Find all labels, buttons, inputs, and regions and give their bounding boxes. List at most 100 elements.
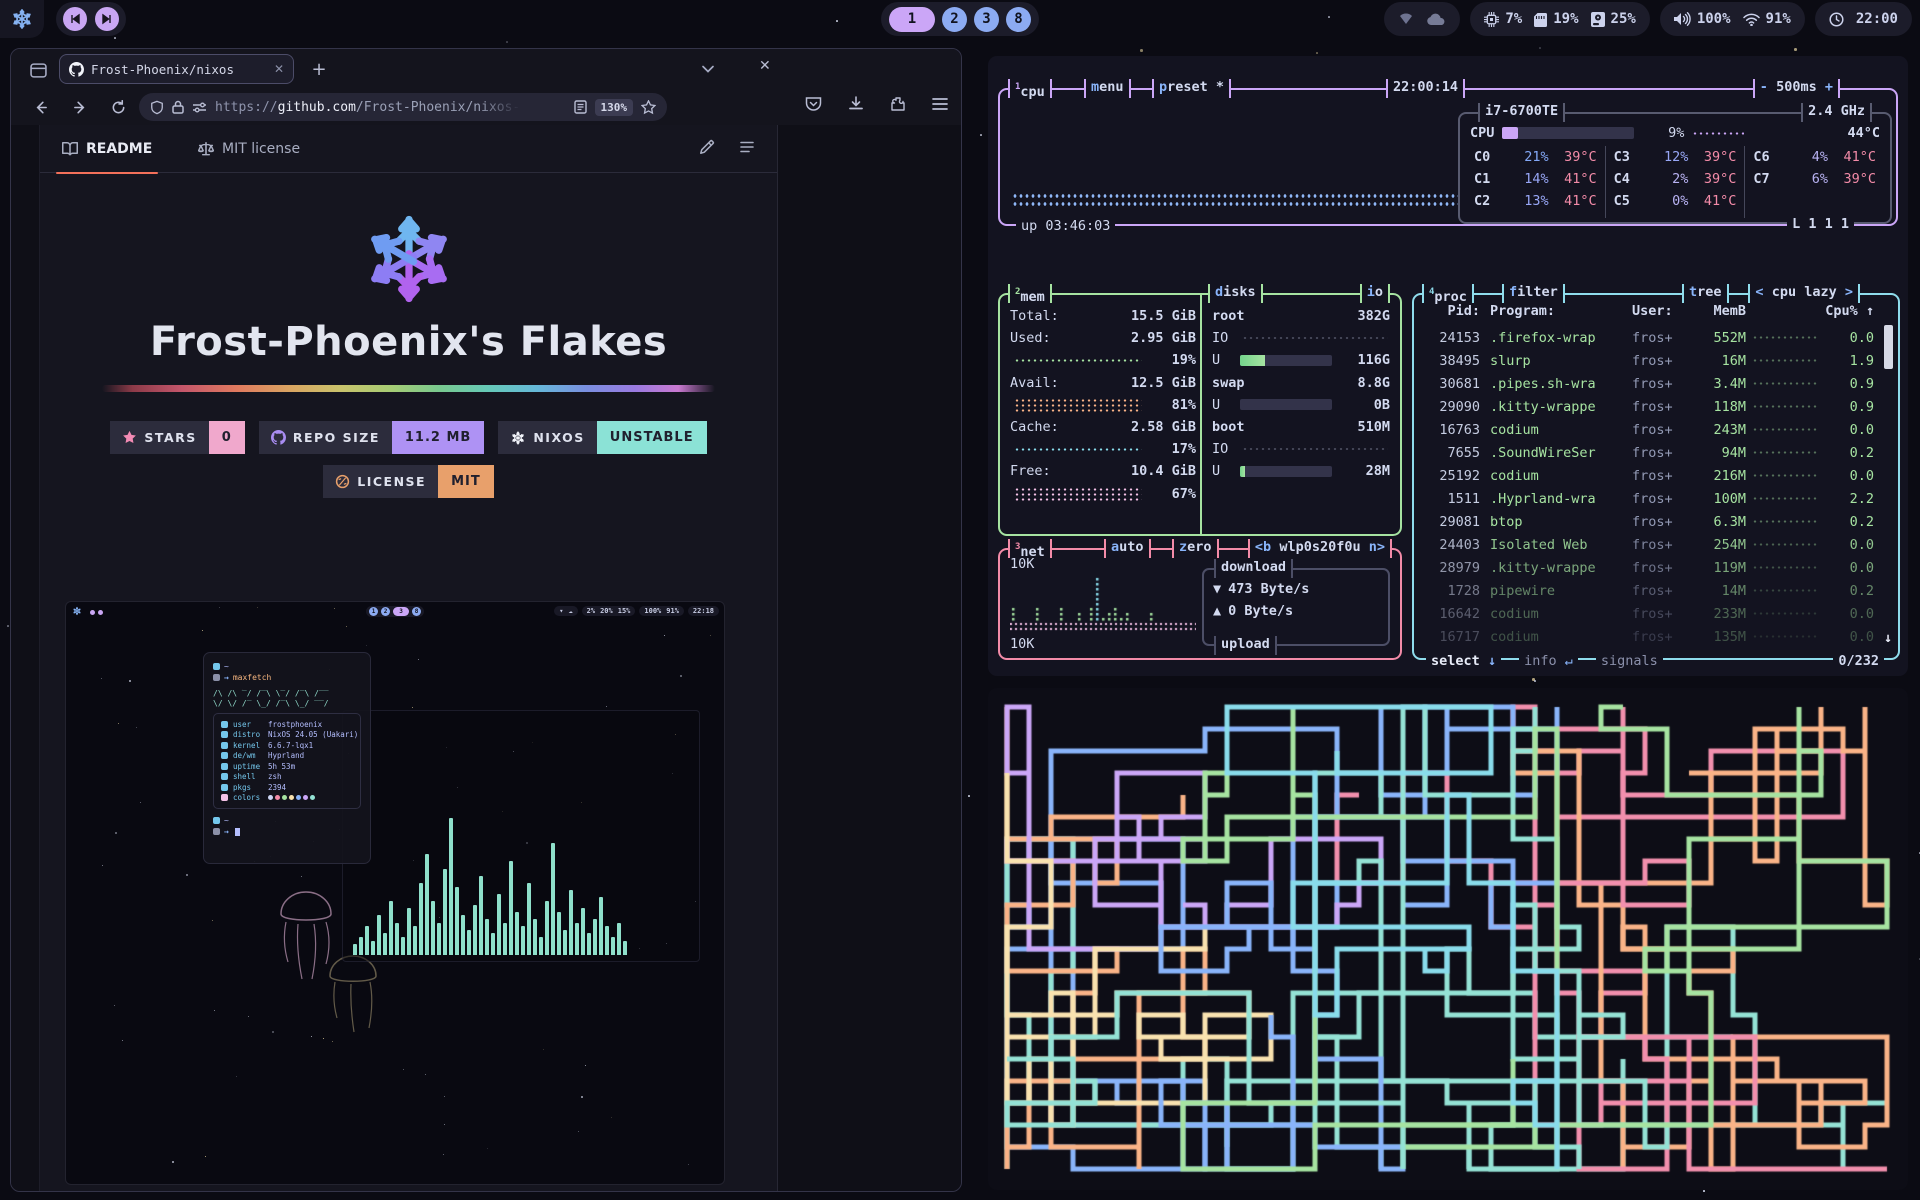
sidebar-toggle-button[interactable] <box>25 57 51 83</box>
workspace-3[interactable]: 3 <box>974 7 999 32</box>
net-interface[interactable]: <b wlp0s20f0u n> <box>1248 539 1392 558</box>
disks-title[interactable]: disks <box>1208 284 1263 303</box>
license-badge[interactable]: LICENSE MIT <box>323 465 494 498</box>
download-icon <box>848 96 864 112</box>
signals-action[interactable]: signals <box>1596 653 1663 669</box>
tab-close-button[interactable]: ✕ <box>274 62 284 76</box>
stars-badge[interactable]: STARS 0 <box>110 421 244 454</box>
cpu-total-pct: 9% <box>1642 125 1684 141</box>
repo-size-badge[interactable]: REPO SIZE 11.2 MB <box>259 421 485 454</box>
media-prev-button[interactable] <box>63 7 87 31</box>
media-next-button[interactable] <box>95 7 119 31</box>
star <box>7 625 9 627</box>
workspace-2[interactable]: 2 <box>942 7 967 32</box>
forward-button[interactable] <box>69 96 91 118</box>
process-row[interactable]: 16642codiumfros+233M0.0 <box>1424 602 1874 625</box>
badge-row: STARS 0 REPO SIZE 11.2 MB NIXOS UNSTABLE <box>40 421 777 454</box>
cpu-value: 7% <box>1505 11 1522 27</box>
cpu-box-title[interactable]: 1cpu <box>1008 79 1052 98</box>
mem-graph-row: 81% <box>1010 394 1196 416</box>
proc-table-header[interactable]: Pid: Program: User: MemB Cpu% ↑ <box>1424 303 1874 319</box>
extensions-button[interactable] <box>890 96 906 116</box>
preset-button[interactable]: preset * <box>1152 79 1231 98</box>
mem-box-title[interactable]: 2mem <box>1008 284 1052 303</box>
tab-readme[interactable]: README <box>62 125 152 173</box>
filter-button[interactable]: filter <box>1502 284 1565 303</box>
process-row[interactable]: 30681.pipes.sh-wrafros+3.4M0.9 <box>1424 372 1874 395</box>
hardware-stats[interactable]: 7% 19% 25% <box>1470 2 1649 36</box>
tree-button[interactable]: tree <box>1682 284 1729 303</box>
bookmark-star-icon[interactable] <box>641 100 656 115</box>
star <box>444 1096 445 1097</box>
reader-mode-icon[interactable] <box>574 100 587 114</box>
update-interval[interactable]: - 500ms + <box>1753 79 1840 98</box>
outline-button[interactable] <box>739 139 755 159</box>
url-input[interactable]: https://github.com/Frost-Phoenix/nixos- … <box>139 93 667 121</box>
mini-workspace-1[interactable]: 1 <box>369 607 378 616</box>
nixos-launcher-button[interactable] <box>0 0 44 38</box>
page-title: Frost-Phoenix's Flakes <box>40 319 777 365</box>
new-tab-button[interactable]: + <box>307 57 331 81</box>
upload-label: upload <box>1214 636 1277 655</box>
net-auto-button[interactable]: auto <box>1104 539 1151 558</box>
proc-box-title[interactable]: 4proc <box>1422 284 1474 303</box>
star <box>1794 48 1797 51</box>
pocket-button[interactable] <box>805 96 822 116</box>
menu-button[interactable]: menu <box>1084 79 1131 98</box>
info-action[interactable]: info ↵ <box>1519 653 1578 669</box>
mini-workspace-2[interactable]: 2 <box>381 607 390 616</box>
core-temp: 39°C <box>1688 149 1736 165</box>
process-row[interactable]: 24403Isolated Webfros+254M0.0 <box>1424 533 1874 556</box>
nixos-badge[interactable]: NIXOS UNSTABLE <box>498 421 706 454</box>
visualizer <box>353 790 689 955</box>
disk-stat: 25% <box>1591 11 1636 27</box>
select-action[interactable]: select ↓ <box>1426 653 1501 669</box>
process-row[interactable]: 25192codiumfros+216M0.0 <box>1424 464 1874 487</box>
tab-license[interactable]: MIT license <box>198 125 300 173</box>
visualizer-bar <box>413 926 417 955</box>
clock-pill[interactable]: 22:00 <box>1815 2 1912 36</box>
workspace-1[interactable]: 1 <box>889 7 935 32</box>
mini-workspace-8[interactable]: 8 <box>412 607 421 616</box>
proc-scrollbar[interactable] <box>1884 325 1893 369</box>
zoom-level-badge[interactable]: 130% <box>595 99 634 116</box>
sidebar-icon <box>30 62 47 79</box>
reload-button[interactable] <box>107 96 129 118</box>
mini-workspace-3[interactable]: 3 <box>393 607 409 616</box>
process-row[interactable]: 38495slurpfros+16M1.9 <box>1424 349 1874 372</box>
net-zero-button[interactable]: zero <box>1172 539 1219 558</box>
audio-network-stats[interactable]: 100% 91% <box>1660 2 1805 36</box>
window-close-button[interactable]: ✕ <box>759 58 771 74</box>
visualizer-bar <box>497 894 501 955</box>
tray-indicators[interactable] <box>1384 2 1460 36</box>
mem-label: Total: <box>1010 308 1084 324</box>
process-row[interactable]: 29081btopfros+6.3M0.2 <box>1424 510 1874 533</box>
star <box>172 1161 174 1163</box>
process-row[interactable]: 7655.SoundWireSerfros+94M0.2 <box>1424 441 1874 464</box>
process-row[interactable]: 16717codiumfros+135M0.0 <box>1424 625 1874 648</box>
scroll-down-icon[interactable]: ↓ <box>1884 630 1892 646</box>
visualizer-bar <box>617 923 621 955</box>
io-title[interactable]: io <box>1360 284 1390 303</box>
browser-tab[interactable]: Frost-Phoenix/nixos ✕ <box>59 54 294 84</box>
proc-cpu: 0.0 <box>1824 468 1874 484</box>
cpu-total-label: CPU <box>1470 125 1494 141</box>
cloud-icon <box>1426 13 1446 26</box>
process-row[interactable]: 1511.Hyprland-wrafros+100M2.2 <box>1424 487 1874 510</box>
github-icon <box>271 430 286 445</box>
tab-list-button[interactable] <box>701 59 715 78</box>
proc-pid: 16642 <box>1424 606 1480 622</box>
process-row[interactable]: 24153.firefox-wrapfros+552M0.0 <box>1424 326 1874 349</box>
process-row[interactable]: 16763codiumfros+243M0.0 <box>1424 418 1874 441</box>
sort-selector[interactable]: < cpu lazy > <box>1748 284 1860 303</box>
process-row[interactable]: 28979.kitty-wrappefros+119M0.0 <box>1424 556 1874 579</box>
star <box>443 1154 444 1155</box>
process-row[interactable]: 1728pipewirefros+14M0.2 <box>1424 579 1874 602</box>
back-button[interactable] <box>29 96 51 118</box>
menu-button[interactable] <box>932 96 948 116</box>
process-row[interactable]: 29090.kitty-wrappefros+118M0.9 <box>1424 395 1874 418</box>
workspace-8[interactable]: 8 <box>1006 7 1031 32</box>
edit-button[interactable] <box>699 139 715 159</box>
downloads-button[interactable] <box>848 96 864 116</box>
proc-user: fros+ <box>1632 537 1694 553</box>
